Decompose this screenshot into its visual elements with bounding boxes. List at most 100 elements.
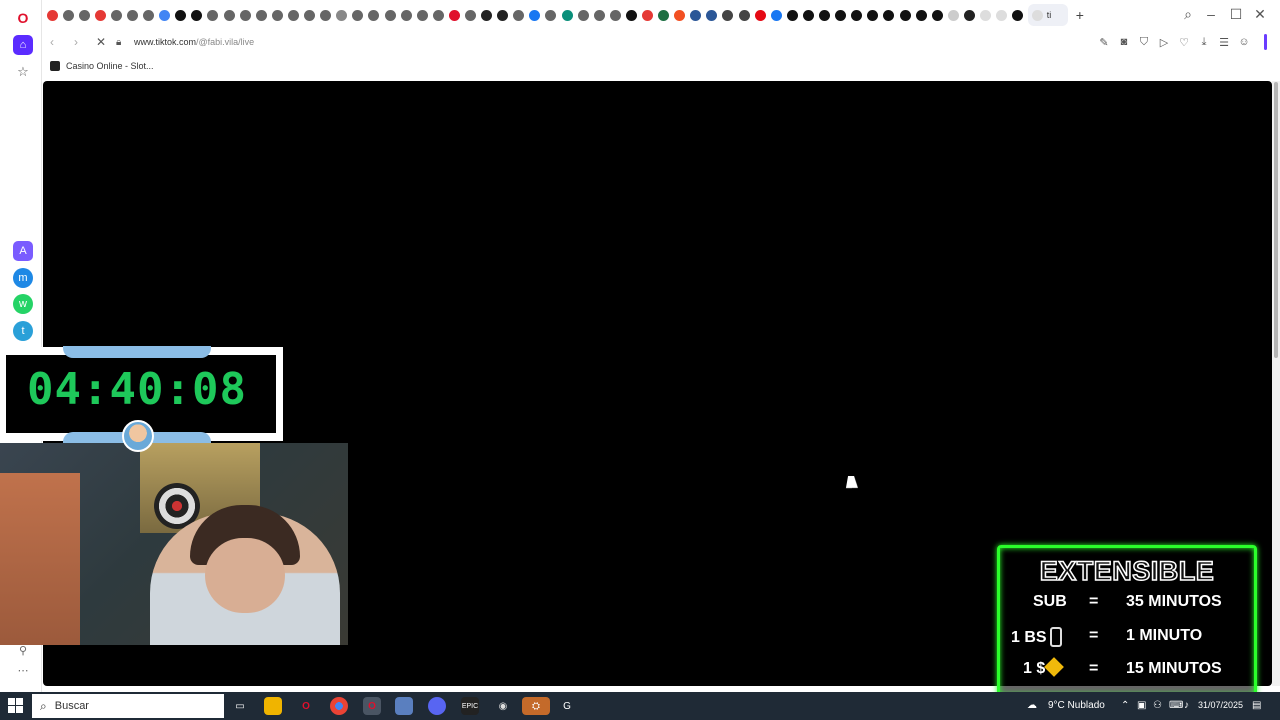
discord-icon[interactable]: [428, 697, 446, 715]
tab-icon[interactable]: [416, 9, 428, 21]
notifications-icon[interactable]: ▤: [1252, 700, 1261, 711]
tab-icon[interactable]: [271, 9, 283, 21]
download-icon[interactable]: ⤓: [1197, 36, 1211, 49]
app-g-icon[interactable]: G: [558, 697, 576, 715]
tab-tiktok-icon[interactable]: [915, 9, 927, 21]
network-icon[interactable]: ⌨: [1169, 700, 1183, 711]
sidebar-toggle[interactable]: [1264, 34, 1267, 50]
weather-icon[interactable]: ☁: [1027, 700, 1037, 711]
profile-icon[interactable]: ☺: [1237, 36, 1251, 48]
steam-icon[interactable]: ⛭: [522, 697, 550, 715]
volume-icon[interactable]: ♪: [1184, 700, 1189, 711]
opera-gx-icon[interactable]: O: [297, 697, 315, 715]
tab-facebook-icon[interactable]: [770, 9, 782, 21]
scrollbar-thumb[interactable]: [1274, 82, 1278, 358]
tab-tiktok-icon[interactable]: [802, 9, 814, 21]
edit-icon[interactable]: ✎: [1097, 36, 1111, 49]
tray-app-icon[interactable]: ▣: [1137, 700, 1146, 711]
url-field[interactable]: www.tiktok.com/@fabi.vila/live: [134, 37, 254, 47]
chrome-icon[interactable]: [330, 697, 348, 715]
active-tab[interactable]: ti: [1027, 4, 1068, 26]
epic-games-icon[interactable]: EPIC: [461, 697, 479, 715]
tab-facebook-icon[interactable]: [529, 9, 541, 21]
tab-download-icon[interactable]: [336, 9, 348, 21]
tab-loading-icon[interactable]: [979, 9, 991, 21]
aria-icon[interactable]: A: [13, 241, 33, 261]
tab-icon[interactable]: [320, 9, 332, 21]
tab-opera-icon[interactable]: [448, 9, 460, 21]
tab-icon[interactable]: [78, 9, 90, 21]
task-view-icon[interactable]: ▭: [231, 697, 249, 715]
tab-icon[interactable]: [464, 9, 476, 21]
tab-tiktok-icon[interactable]: [867, 9, 879, 21]
tab-youtube-icon[interactable]: [94, 9, 106, 21]
tab-google-icon[interactable]: [159, 9, 171, 21]
heart-icon[interactable]: ♡: [1177, 36, 1191, 49]
tab-icon[interactable]: [384, 9, 396, 21]
bookmark-item[interactable]: Casino Online - Slot...: [50, 61, 154, 71]
tab-icon[interactable]: [706, 9, 718, 21]
player-icon[interactable]: ▷: [1157, 36, 1171, 49]
tab-icon[interactable]: [481, 9, 493, 21]
tab-tiktok-icon[interactable]: [883, 9, 895, 21]
tab-netflix-icon[interactable]: [754, 9, 766, 21]
tab-icon[interactable]: [819, 9, 831, 21]
easy-setup-icon[interactable]: ☰: [1217, 36, 1231, 49]
snapshot-icon[interactable]: ◙: [1117, 36, 1131, 48]
tab-loading-icon[interactable]: [996, 9, 1008, 21]
opera-icon[interactable]: O: [363, 697, 381, 715]
tab-icon[interactable]: [304, 9, 316, 21]
tray-chevron-icon[interactable]: ⌃: [1121, 700, 1129, 711]
tab-icon[interactable]: [191, 9, 203, 21]
tab-icon[interactable]: [223, 9, 235, 21]
opera-logo-icon[interactable]: O: [13, 8, 33, 28]
tab-icon[interactable]: [561, 9, 573, 21]
tab-tiktok-icon[interactable]: [851, 9, 863, 21]
stop-loading-icon[interactable]: ✕: [96, 35, 106, 49]
tab-icon[interactable]: [432, 9, 444, 21]
tab-icon[interactable]: [577, 9, 589, 21]
tab-youtube-icon[interactable]: [642, 9, 654, 21]
forward-icon[interactable]: ›: [74, 35, 78, 49]
tab-icon[interactable]: [207, 9, 219, 21]
tab-icon[interactable]: [513, 9, 525, 21]
home-icon[interactable]: ⌂: [13, 35, 33, 55]
tab-icon[interactable]: [287, 9, 299, 21]
tab-icon[interactable]: [963, 9, 975, 21]
tab-icon[interactable]: [722, 9, 734, 21]
tab-icon[interactable]: [835, 9, 847, 21]
obs-icon[interactable]: ◉: [494, 697, 512, 715]
tray-app-icon[interactable]: ⚇: [1153, 700, 1162, 711]
tab-icon[interactable]: [143, 9, 155, 21]
bookmarks-star-icon[interactable]: ☆: [13, 62, 33, 82]
close-icon[interactable]: ✕: [1250, 6, 1270, 23]
tab-icon[interactable]: [690, 9, 702, 21]
tab-icon[interactable]: [352, 9, 364, 21]
shield-icon[interactable]: ⛉: [1137, 36, 1151, 49]
tab-icon[interactable]: [545, 9, 557, 21]
tab-icon[interactable]: [255, 9, 267, 21]
tab-icon[interactable]: [239, 9, 251, 21]
weather-text[interactable]: 9°C Nublado: [1048, 700, 1105, 711]
whatsapp-icon[interactable]: w: [13, 294, 33, 314]
tab-microsoft-icon[interactable]: [674, 9, 686, 21]
search-tabs-icon[interactable]: ⌕: [1178, 6, 1198, 23]
messenger-icon[interactable]: m: [13, 268, 33, 288]
tab-excel-icon[interactable]: [658, 9, 670, 21]
telegram-icon[interactable]: t: [13, 321, 33, 341]
windows-start-icon[interactable]: [8, 698, 24, 714]
new-tab-icon[interactable]: +: [1076, 7, 1084, 23]
tab-tiktok-icon[interactable]: [931, 9, 943, 21]
tab-icon[interactable]: [738, 9, 750, 21]
tab-icon[interactable]: [609, 9, 621, 21]
tab-icon[interactable]: [110, 9, 122, 21]
tab-icon[interactable]: [593, 9, 605, 21]
tab-tiktok-icon[interactable]: [1012, 9, 1024, 21]
tab-icon[interactable]: [368, 9, 380, 21]
taskbar-clock[interactable]: 31/07/2025: [1198, 700, 1243, 710]
tab-tiktok-icon[interactable]: [899, 9, 911, 21]
tab-icon[interactable]: [497, 9, 509, 21]
tab-youtube-icon[interactable]: [46, 9, 58, 21]
tab-icon[interactable]: [175, 9, 187, 21]
more-options-icon[interactable]: ⋯: [13, 660, 33, 680]
